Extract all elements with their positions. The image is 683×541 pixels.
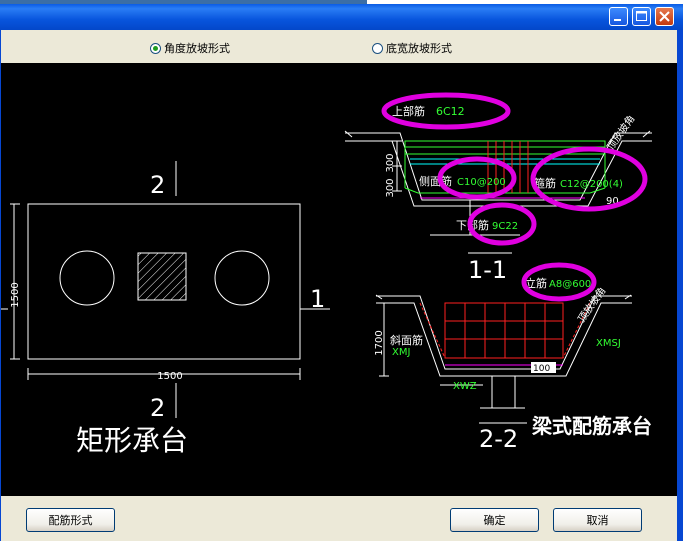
rebar-form-button[interactable]: 配筋形式 [26, 508, 115, 532]
radio-width-slope[interactable]: 底宽放坡形式 [372, 40, 452, 56]
pile-left [59, 250, 115, 306]
radio-angle-slope-label: 角度放坡形式 [164, 42, 230, 55]
cad-drawing: 2 2 1 1500 1500 矩形承台 上部筋 6C12 侧面筋 C10@20… [0, 92, 652, 457]
maximize-button[interactable] [632, 7, 651, 26]
close-button[interactable] [655, 7, 674, 26]
label-slope-face-rebar: 斜面筋 [390, 333, 423, 347]
caption-rect-cap: 矩形承台 [76, 424, 188, 457]
label-top-rebar: 上部筋 [392, 104, 425, 118]
code-xwz: XWZ [453, 381, 477, 392]
radio-angle-slope[interactable]: 角度放坡形式 [150, 40, 230, 56]
window-left-border [0, 30, 1, 541]
section-mark-bottom: 2 [150, 394, 165, 422]
code-xmj: XMJ [392, 347, 410, 358]
value-side-rebar: C10@200 [457, 177, 506, 188]
dim-width: 1500 [157, 371, 182, 382]
minimize-button[interactable] [609, 7, 628, 26]
value-stirrup: C12@200(4) [560, 179, 623, 190]
dim-300-b: 300 [385, 178, 396, 197]
footer-bar: 配筋形式 确定 取消 [0, 496, 683, 541]
value-100: 100 [533, 364, 550, 374]
dim-1700: 1700 [374, 330, 385, 355]
section-title-1-1: 1-1 [468, 256, 507, 284]
radio-dot-selected[interactable] [150, 42, 161, 54]
window-right-border [677, 30, 683, 541]
dim-300-a: 300 [385, 153, 396, 172]
section-mark-top: 2 [150, 171, 165, 199]
minimize-icon [614, 19, 621, 21]
cancel-button[interactable]: 取消 [553, 508, 642, 532]
section-title-2-2: 2-2 [479, 425, 518, 453]
value-top-rebar: 6C12 [436, 105, 465, 118]
dim-height: 1500 [10, 282, 21, 307]
radio-dot[interactable] [372, 42, 383, 54]
value-bottom-rebar: 9C22 [492, 221, 518, 232]
ok-button[interactable]: 确定 [450, 508, 539, 532]
label-side-rebar: 侧面筋 [419, 174, 452, 188]
pile-right [214, 250, 270, 306]
column-hatched [137, 252, 187, 301]
slope-mode-options: 角度放坡形式 底宽放坡形式 [0, 30, 683, 63]
caption-beam-cap: 梁式配筋承台 [531, 414, 652, 438]
code-xmsj: XMSJ [596, 338, 621, 349]
radio-width-slope-label: 底宽放坡形式 [386, 42, 452, 55]
title-bar[interactable] [0, 4, 683, 30]
close-icon [659, 11, 670, 22]
drawing-canvas: 2 2 1 1500 1500 矩形承台 上部筋 6C12 侧面筋 C10@20… [0, 63, 683, 496]
value-vertical-rebar: A8@600 [549, 279, 591, 290]
section-mark-right: 1 [310, 285, 325, 313]
maximize-icon [636, 11, 647, 21]
